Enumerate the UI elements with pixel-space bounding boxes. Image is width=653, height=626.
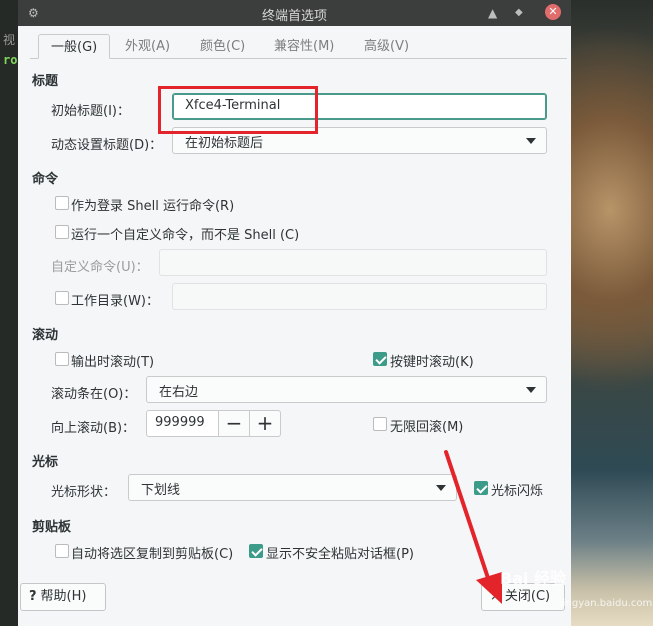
maximize-icon[interactable]: ◆: [515, 4, 523, 22]
working-dir-input[interactable]: [172, 283, 547, 310]
scroll-on-output-label[interactable]: 输出时滚动(T): [71, 351, 154, 370]
scrollback-input[interactable]: 999999: [146, 410, 219, 437]
section-title-heading: 标题: [32, 74, 59, 89]
scrollbar-label: 滚动条在(O)：: [51, 387, 137, 402]
watermark-logo: Bai 经验: [500, 569, 567, 588]
tab-bar: 一般(G) 外观(A) 颜色(C) 兼容性(M) 高级(V): [30, 34, 567, 59]
annotation-highlight-box: [158, 86, 318, 134]
scrollback-decrement-button[interactable]: −: [218, 410, 250, 437]
unlimited-scrollback-checkbox[interactable]: [373, 417, 387, 431]
scroll-on-key-checkbox[interactable]: [373, 352, 387, 366]
help-icon: ?: [29, 589, 37, 604]
working-dir-checkbox[interactable]: [55, 291, 69, 305]
auto-copy-checkbox[interactable]: [55, 544, 69, 558]
dialog-titlebar[interactable]: ⚙ 终端首选项 ▲ ◆ ✕: [18, 0, 571, 26]
scrollback-increment-button[interactable]: +: [249, 410, 281, 437]
auto-copy-label[interactable]: 自动将选区复制到剪贴板(C): [71, 543, 233, 562]
window-close-button[interactable]: ✕: [545, 4, 561, 20]
scrollbar-position-dropdown[interactable]: 在右边: [146, 376, 547, 403]
section-clipboard-heading: 剪贴板: [32, 520, 72, 535]
terminal-prompt-fragment: ro: [3, 53, 18, 67]
cursor-shape-dropdown[interactable]: 下划线: [128, 474, 457, 501]
scroll-on-key-label[interactable]: 按键时滚动(K): [390, 351, 474, 370]
tab-compatibility[interactable]: 兼容性(M): [274, 34, 334, 59]
help-button[interactable]: ? 帮助(H): [20, 583, 106, 611]
cursor-shape-label: 光标形状：: [51, 485, 117, 500]
tab-appearance[interactable]: 外观(A): [125, 34, 170, 59]
chevron-down-icon: [526, 138, 536, 144]
shade-up-icon[interactable]: ▲: [488, 4, 497, 22]
custom-command-checkbox[interactable]: [55, 225, 69, 239]
scroll-on-output-checkbox[interactable]: [55, 352, 69, 366]
watermark-url: jingyan.baidu.com: [560, 598, 653, 609]
chevron-down-icon: [526, 387, 536, 393]
terminal-window-edge: 视 ro: [0, 0, 18, 626]
cursor-shape-value: 下划线: [141, 483, 181, 498]
help-button-label: 帮助(H): [40, 589, 87, 604]
section-scroll-heading: 滚动: [32, 328, 59, 343]
custom-command-label[interactable]: 运行一个自定义命令，而不是 Shell (C): [71, 224, 299, 243]
dynamic-title-label: 动态设置标题(D)：: [51, 138, 163, 153]
tab-advanced[interactable]: 高级(V): [364, 34, 409, 59]
working-dir-label[interactable]: 工作目录(W)：: [71, 290, 159, 309]
unsafe-paste-label[interactable]: 显示不安全粘贴对话框(P): [266, 543, 414, 562]
tab-general[interactable]: 一般(G): [38, 34, 111, 59]
custom-command-input[interactable]: [159, 249, 547, 276]
terminal-menu-fragment: 视: [3, 33, 16, 47]
scrollbar-position-value: 在右边: [159, 385, 199, 400]
dynamic-title-value: 在初始标题后: [185, 136, 264, 151]
unlimited-scrollback-label[interactable]: 无限回滚(M): [390, 416, 463, 435]
scrollback-label: 向上滚动(B)：: [51, 421, 136, 436]
login-shell-label[interactable]: 作为登录 Shell 运行命令(R): [71, 195, 234, 214]
section-command-heading: 命令: [32, 172, 59, 187]
tab-colors[interactable]: 颜色(C): [200, 34, 245, 59]
section-cursor-heading: 光标: [32, 455, 59, 470]
initial-title-label: 初始标题(I)：: [51, 104, 130, 119]
unsafe-paste-checkbox[interactable]: [249, 544, 263, 558]
login-shell-checkbox[interactable]: [55, 196, 69, 210]
custom-command-field-label: 自定义命令(U)：: [51, 260, 149, 275]
